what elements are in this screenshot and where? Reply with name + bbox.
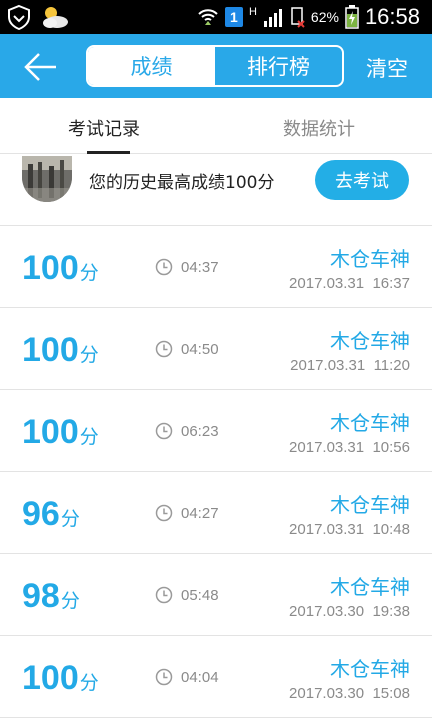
sub-tab-bar: 考试记录 数据统计 (0, 98, 432, 154)
status-right: 1 H 62% 16:58 (197, 0, 420, 34)
score-unit: 分 (60, 591, 80, 612)
record-duration: 04:37 (181, 259, 219, 276)
network-type: H (248, 6, 257, 18)
tab-data-stats[interactable]: 数据统计 (283, 115, 355, 141)
score-value: 100 (22, 331, 79, 369)
shield-icon (8, 4, 30, 30)
record-datetime: 2017.03.31 10:56 (289, 439, 410, 456)
record-datetime: 2017.03.31 11:20 (290, 357, 410, 374)
battery-icon (345, 5, 359, 29)
score-unit: 分 (60, 509, 80, 530)
clear-button[interactable]: 清空 (366, 53, 408, 83)
record-row[interactable]: 96分 04:27 木仓车神 2017.03.31 10:48 (0, 472, 432, 554)
record-user-name: 木仓车神 (330, 329, 410, 353)
record-datetime: 2017.03.30 15:08 (289, 685, 410, 702)
tab-exam-records[interactable]: 考试记录 (68, 115, 140, 141)
record-duration: 04:27 (181, 505, 219, 522)
score-value: 100 (22, 249, 79, 287)
record-datetime: 2017.03.31 10:48 (289, 521, 410, 538)
record-score: 100分 (22, 331, 99, 370)
record-duration: 04:50 (181, 341, 219, 358)
back-arrow-icon (24, 53, 56, 81)
wifi-icon (198, 9, 218, 25)
record-user-name: 木仓车神 (330, 575, 410, 599)
clock-icon (155, 258, 173, 276)
clock-icon (155, 586, 173, 604)
record-user-name: 木仓车神 (330, 247, 410, 271)
score-unit: 分 (79, 427, 99, 448)
sim-card-icon (291, 7, 305, 28)
back-button[interactable] (22, 50, 62, 84)
clock-icon (155, 668, 173, 686)
sim-icon: 1 (224, 7, 243, 27)
avatar-image (22, 156, 72, 202)
record-row[interactable]: 98分 05:48 木仓车神 2017.03.30 19:38 (0, 554, 432, 636)
record-duration: 05:48 (181, 587, 219, 604)
best-score-text: 您的历史最高成绩100分 (89, 173, 275, 193)
score-value: 98 (22, 577, 60, 615)
record-score: 100分 (22, 249, 99, 288)
segmented-control: 成绩 排行榜 (86, 45, 344, 87)
status-bar: 1 H 62% 16:58 (0, 0, 432, 34)
take-exam-button[interactable]: 去考试 (315, 160, 409, 200)
score-value: 100 (22, 659, 79, 697)
record-datetime: 2017.03.31 16:37 (289, 275, 410, 292)
record-row[interactable]: 100分 06:23 木仓车神 2017.03.31 10:56 (0, 390, 432, 472)
record-score: 100分 (22, 659, 99, 698)
score-value: 96 (22, 495, 60, 533)
exam-record-list: 100分 04:37 木仓车神 2017.03.31 16:37 100分 04… (0, 226, 432, 718)
record-score: 96分 (22, 495, 80, 534)
status-time: 16:58 (364, 4, 420, 29)
record-datetime: 2017.03.30 19:38 (289, 603, 410, 620)
record-duration: 06:23 (181, 423, 219, 440)
clock-icon (155, 422, 173, 440)
record-score: 100分 (22, 413, 99, 452)
record-duration: 04:04 (181, 669, 219, 686)
signal-icon (263, 9, 282, 27)
record-row[interactable]: 100分 04:50 木仓车神 2017.03.31 11:20 (0, 308, 432, 390)
score-unit: 分 (79, 673, 99, 694)
status-left (6, 4, 70, 30)
score-value: 100 (22, 413, 79, 451)
record-user-name: 木仓车神 (330, 493, 410, 517)
tab-leaderboard[interactable]: 排行榜 (215, 47, 342, 85)
score-unit: 分 (79, 345, 99, 366)
score-unit: 分 (79, 263, 99, 284)
record-row[interactable]: 100分 04:37 木仓车神 2017.03.31 16:37 (0, 226, 432, 308)
tab-scores[interactable]: 成绩 (88, 47, 215, 85)
avatar[interactable] (22, 156, 72, 202)
clock-icon (155, 340, 173, 358)
record-user-name: 木仓车神 (330, 657, 410, 681)
weather-icon (43, 7, 68, 28)
record-row[interactable]: 100分 04:04 木仓车神 2017.03.30 15:08 (0, 636, 432, 718)
app-header: 成绩 排行榜 清空 (0, 34, 432, 98)
battery-percent: 62% (310, 9, 339, 25)
clock-icon (155, 504, 173, 522)
best-score-row: 您的历史最高成绩100分 去考试 (0, 154, 432, 226)
record-score: 98分 (22, 577, 80, 616)
record-user-name: 木仓车神 (330, 411, 410, 435)
